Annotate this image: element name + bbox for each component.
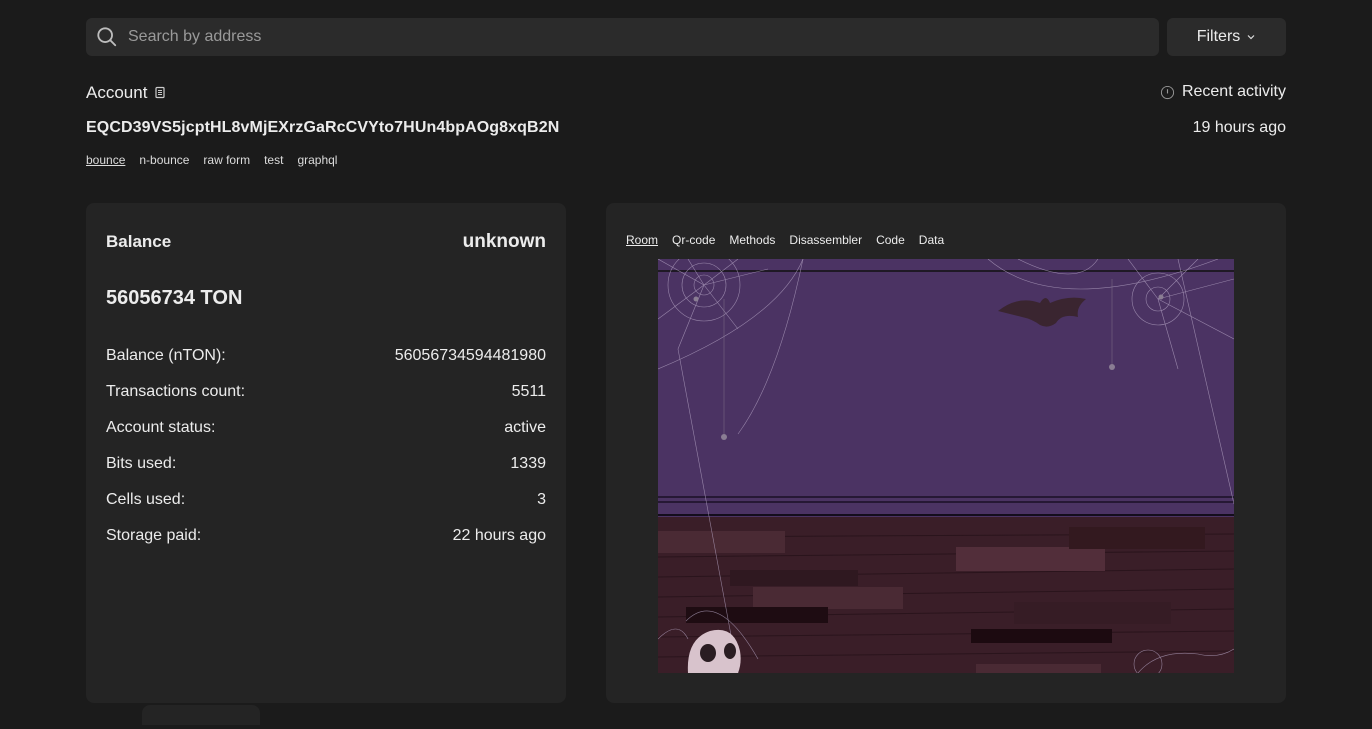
floor-patch (686, 607, 828, 623)
recent-activity-time: 19 hours ago (1192, 119, 1286, 136)
detail-value: 1339 (510, 455, 546, 472)
recent-activity-label: Recent activity (1181, 83, 1286, 100)
chevron-down-icon (1247, 35, 1255, 40)
filters-label: Filters (1196, 28, 1241, 45)
detail-row-cells: Cells used: 3 (106, 482, 546, 518)
link-bounce[interactable]: bounce (86, 153, 125, 167)
balance-state: unknown (462, 231, 546, 252)
search-input[interactable] (128, 28, 1159, 46)
filters-button[interactable]: Filters (1167, 18, 1286, 56)
link-n-bounce[interactable]: n-bounce (139, 153, 189, 167)
recent-activity-link[interactable]: Recent activity (1160, 83, 1286, 101)
room-card: Room Qr-code Methods Disassembler Code D… (606, 203, 1286, 703)
link-graphql[interactable]: graphql (297, 153, 337, 167)
account-title: Account (86, 83, 148, 102)
detail-label: Storage paid: (106, 527, 202, 544)
detail-value: 22 hours ago (452, 527, 546, 544)
balance-amount: 56056734 TON (106, 287, 243, 309)
account-title-row: Account (86, 83, 1286, 103)
detail-row-transactions: Transactions count: 5511 (106, 374, 546, 410)
page: Filters Account EQCD39VS5jcptHL8vMjEXrzG… (86, 18, 1286, 703)
tab-code[interactable]: Code (876, 233, 905, 247)
detail-label: Account status: (106, 419, 216, 436)
detail-row-status: Account status: active (106, 410, 546, 446)
detail-label: Transactions count: (106, 383, 246, 400)
floor-patch (971, 629, 1112, 643)
room-illustration (658, 259, 1234, 673)
tab-qr-code[interactable]: Qr-code (672, 233, 715, 247)
detail-value: active (504, 419, 546, 436)
floor-patch (658, 531, 785, 553)
room-tabs: Room Qr-code Methods Disassembler Code D… (626, 233, 944, 247)
search-row: Filters (86, 18, 1286, 56)
next-section-tab (142, 705, 260, 725)
account-address: EQCD39VS5jcptHL8vMjEXrzGaRcCVYto7HUn4bpA… (86, 119, 560, 136)
tab-disassembler[interactable]: Disassembler (789, 233, 862, 247)
search-box[interactable] (86, 18, 1159, 56)
room-wall (658, 259, 1234, 517)
link-test[interactable]: test (264, 153, 283, 167)
detail-label: Cells used: (106, 491, 186, 508)
detail-value: 5511 (511, 383, 546, 400)
detail-row-bits: Bits used: 1339 (106, 446, 546, 482)
tab-methods[interactable]: Methods (729, 233, 775, 247)
floor-patch (730, 570, 858, 586)
floor-patch (976, 664, 1101, 673)
detail-value: 3 (537, 491, 546, 508)
detail-value: 56056734594481980 (394, 347, 546, 364)
floor-patch (1014, 602, 1171, 624)
balance-label: Balance (106, 232, 172, 251)
info-icon (1160, 85, 1175, 99)
copy-icon[interactable] (153, 86, 167, 100)
detail-row-storage: Storage paid: 22 hours ago (106, 518, 546, 554)
tab-room[interactable]: Room (626, 233, 658, 247)
search-icon (97, 27, 117, 47)
address-format-links: bounce n-bounce raw form test graphql (86, 153, 1286, 167)
account-header: Account EQCD39VS5jcptHL8vMjEXrzGaRcCVYto… (86, 83, 1286, 173)
panels: Balance unknown 56056734 TON Balance (nT… (86, 203, 1286, 703)
balance-details: Balance (nTON): 56056734594481980 Transa… (106, 338, 546, 554)
tab-data[interactable]: Data (919, 233, 944, 247)
floor-patch (1069, 527, 1205, 549)
balance-card: Balance unknown 56056734 TON Balance (nT… (86, 203, 566, 703)
link-raw-form[interactable]: raw form (203, 153, 250, 167)
floor-patch (956, 547, 1105, 571)
detail-row-balance-nton: Balance (nTON): 56056734594481980 (106, 338, 546, 374)
floor-patch (753, 587, 903, 609)
detail-label: Bits used: (106, 455, 177, 472)
detail-label: Balance (nTON): (106, 347, 226, 364)
